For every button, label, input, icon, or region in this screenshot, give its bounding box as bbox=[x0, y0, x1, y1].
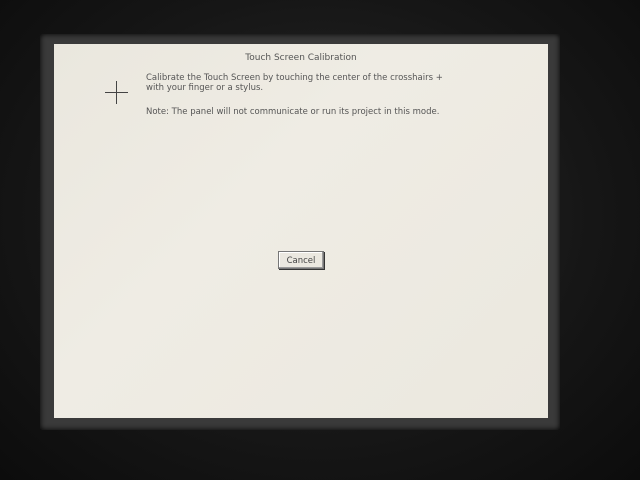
instructions-line-2: with your finger or a stylus. bbox=[146, 83, 264, 93]
calibration-screen[interactable]: Touch Screen Calibration Calibrate the T… bbox=[54, 44, 548, 418]
crosshair-icon[interactable] bbox=[105, 81, 128, 104]
crosshair-vertical-line bbox=[116, 81, 117, 104]
cancel-button[interactable]: Cancel bbox=[278, 251, 324, 269]
calibration-note: Note: The panel will not communicate or … bbox=[146, 107, 440, 117]
calibration-instructions: Calibrate the Touch Screen by touching t… bbox=[146, 73, 466, 93]
instructions-line-1: Calibrate the Touch Screen by touching t… bbox=[146, 73, 443, 83]
page-title: Touch Screen Calibration bbox=[245, 53, 357, 63]
